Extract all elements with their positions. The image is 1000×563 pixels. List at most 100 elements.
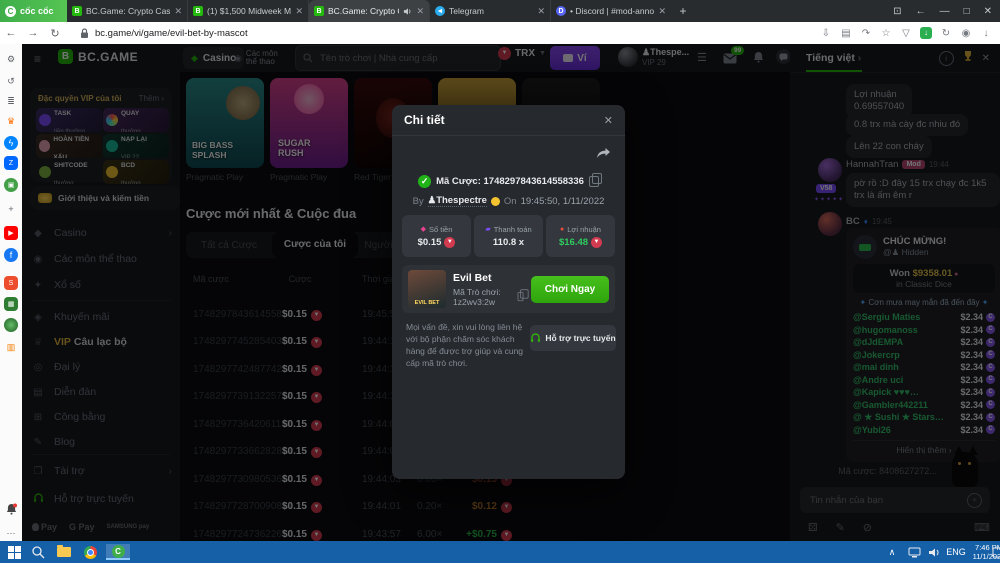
game-code: 1z2wv3:2w: [453, 297, 495, 307]
share-page-icon[interactable]: ↷: [856, 28, 876, 39]
taskbar-search-icon[interactable]: [30, 544, 46, 560]
messenger-icon[interactable]: ϟ: [4, 136, 18, 150]
shopping-cart-icon[interactable]: ▥: [4, 340, 18, 354]
history-icon[interactable]: ↺: [4, 74, 18, 88]
input-language[interactable]: ENG: [944, 544, 968, 560]
adblock-shield-icon[interactable]: ▽: [896, 28, 916, 39]
bet-stats: ◆Số tiền $0.15▼ ▰Thanh toán 110.8 x ●Lợi…: [402, 215, 615, 257]
sync-icon[interactable]: ↻: [936, 28, 956, 39]
close-tab-icon[interactable]: ✕: [174, 6, 182, 17]
settings-gear-icon[interactable]: ⚙: [4, 52, 18, 66]
url-text[interactable]: bc.game/vi/game/evil-bet-by-mascot: [95, 28, 248, 39]
shopee-icon[interactable]: S: [4, 276, 18, 290]
volume-icon[interactable]: [926, 544, 942, 560]
tab-search-icon[interactable]: ⊡: [893, 6, 901, 17]
coccoc-taskbar-icon[interactable]: C: [106, 544, 130, 560]
emoji-money-face-icon: [491, 197, 500, 206]
coccoc-logo-text: cốc cốc: [20, 6, 54, 16]
tab-title: • Discord | #mod-announc: [570, 6, 654, 16]
copy-icon[interactable]: [517, 292, 523, 301]
game-name: Evil Bet: [453, 272, 524, 284]
screenshot-icon[interactable]: ▤: [836, 28, 856, 39]
minimize-button[interactable]: —: [940, 6, 950, 17]
share-icon[interactable]: [596, 147, 611, 165]
bcgame-favicon: B: [72, 6, 82, 16]
back-button[interactable]: ←: [0, 27, 22, 39]
bet-timestamp: 19:45:50, 1/11/2022: [521, 196, 605, 207]
discord-favicon: D: [556, 6, 566, 16]
browser-tab-bar: C cốc cốc B BC.Game: Crypto Casino Ga ✕ …: [0, 0, 1000, 22]
stat-amount: ◆Số tiền $0.15▼: [402, 215, 471, 257]
youtube-icon[interactable]: ▶: [4, 226, 18, 240]
verified-check-icon: ✓: [418, 175, 431, 188]
tab-discord[interactable]: D • Discord | #mod-announc ✕: [551, 0, 671, 22]
new-tab-button[interactable]: +: [671, 0, 695, 22]
stat-profit: ●Lợi nhuận $16.48▼: [546, 215, 615, 257]
close-tab-icon[interactable]: ✕: [658, 6, 666, 17]
live-support-button[interactable]: Hỗ trợ trực tuyến: [530, 325, 616, 351]
more-dots-icon[interactable]: ⋯: [4, 526, 18, 540]
network-icon[interactable]: [906, 544, 922, 560]
telegram-favicon: ◄: [435, 6, 445, 16]
forward-button[interactable]: →: [22, 27, 44, 39]
profit-icon: ●: [560, 226, 564, 233]
hot-trending-icon[interactable]: ♛: [4, 114, 18, 128]
close-modal-icon[interactable]: ✕: [604, 114, 613, 127]
facebook-icon[interactable]: f: [4, 248, 18, 262]
add-shortcut-icon[interactable]: +: [4, 202, 18, 216]
gift-icon[interactable]: ▦: [4, 297, 18, 311]
games-gamepad-icon[interactable]: ▣: [4, 178, 18, 192]
close-tab-icon[interactable]: ✕: [295, 6, 303, 17]
coccoc-logo-icon: C: [5, 6, 16, 17]
notification-center-icon[interactable]: [990, 544, 1000, 560]
address-bar: ← → ↻ bc.game/vi/game/evil-bet-by-mascot…: [0, 22, 1000, 45]
trx-coin-icon: ▼: [591, 237, 602, 248]
chrome-icon[interactable]: [82, 544, 98, 560]
reload-button[interactable]: ↻: [44, 27, 66, 40]
modal-header: Chi tiết ✕: [392, 105, 625, 136]
screen: C cốc cốc B BC.Game: Crypto Casino Ga ✕ …: [0, 0, 1000, 563]
bookmark-star-icon[interactable]: ☆: [876, 28, 896, 39]
support-note: Mọi vấn đề, xin vui lòng liên hệ với bộ …: [406, 321, 524, 369]
tab-telegram[interactable]: ◄ Telegram ✕: [430, 0, 551, 22]
bet-by-line: By ♟Thespectre On 19:45:50, 1/11/2022: [392, 195, 625, 207]
tab-history-arrow-icon[interactable]: ←: [916, 6, 926, 17]
close-tab-icon[interactable]: ✕: [416, 6, 424, 17]
bcgame-favicon: B: [193, 6, 203, 16]
tab-midweek-mascot[interactable]: B (1) $1,500 Midweek Mascot ✕: [188, 0, 309, 22]
game-thumbnail[interactable]: EVIL BET: [408, 270, 446, 308]
game-info-card: EVIL BET Evil Bet Mã Trò chơi: 1z2wv3:2w…: [402, 265, 615, 313]
tray-show-hidden-icon[interactable]: ∧: [884, 544, 900, 560]
sticker-icon[interactable]: [4, 318, 18, 332]
bcgame-page: ≡ B BC.GAME Đặc quyền VIP của tôi Thêm ›…: [22, 44, 1000, 541]
extension-icon[interactable]: ↓: [916, 27, 936, 39]
lock-icon[interactable]: [80, 28, 89, 39]
coccoc-edge-sidebar: ⚙ ↺ ≣ ♛ ϟ Z ▣ + ▶ f S ▦ ▥ ⋯: [0, 44, 23, 541]
player-name-link[interactable]: ♟Thespectre: [428, 195, 487, 207]
zalo-icon[interactable]: Z: [4, 156, 18, 170]
tab-title: (1) $1,500 Midweek Mascot: [207, 6, 291, 16]
feed-icon[interactable]: ≣: [4, 94, 18, 108]
copy-icon[interactable]: [589, 176, 599, 187]
file-explorer-icon[interactable]: [56, 544, 72, 560]
tab-audio-icon[interactable]: [403, 7, 412, 16]
bet-id-value: 1748297843614558336: [484, 176, 584, 187]
play-now-button[interactable]: Chơi Ngay: [531, 276, 609, 303]
close-window-button[interactable]: ✕: [984, 6, 992, 17]
trx-coin-icon: ▼: [444, 237, 455, 248]
amount-icon: ◆: [421, 225, 426, 233]
bet-id-line: ✓ Mã Cược: 1748297843614558336: [392, 175, 625, 188]
bcgame-favicon: B: [314, 6, 324, 16]
payout-icon: ▰: [485, 225, 490, 233]
start-button[interactable]: [6, 544, 22, 560]
notification-bell-icon[interactable]: [4, 502, 18, 516]
tab-title: BC.Game: Crypto Casino: [328, 6, 399, 16]
save-page-icon[interactable]: ⇩: [816, 28, 836, 39]
tab-bcgame-active[interactable]: B BC.Game: Crypto Casino ✕: [309, 0, 430, 22]
coccoc-menu-button[interactable]: C cốc cốc: [0, 0, 67, 22]
close-tab-icon[interactable]: ✕: [537, 6, 545, 17]
downloads-icon[interactable]: ↓: [976, 28, 996, 39]
maximize-button[interactable]: □: [964, 6, 970, 17]
tab-bcgame-1[interactable]: B BC.Game: Crypto Casino Ga ✕: [67, 0, 188, 22]
profile-avatar-icon[interactable]: ◉: [956, 28, 976, 39]
